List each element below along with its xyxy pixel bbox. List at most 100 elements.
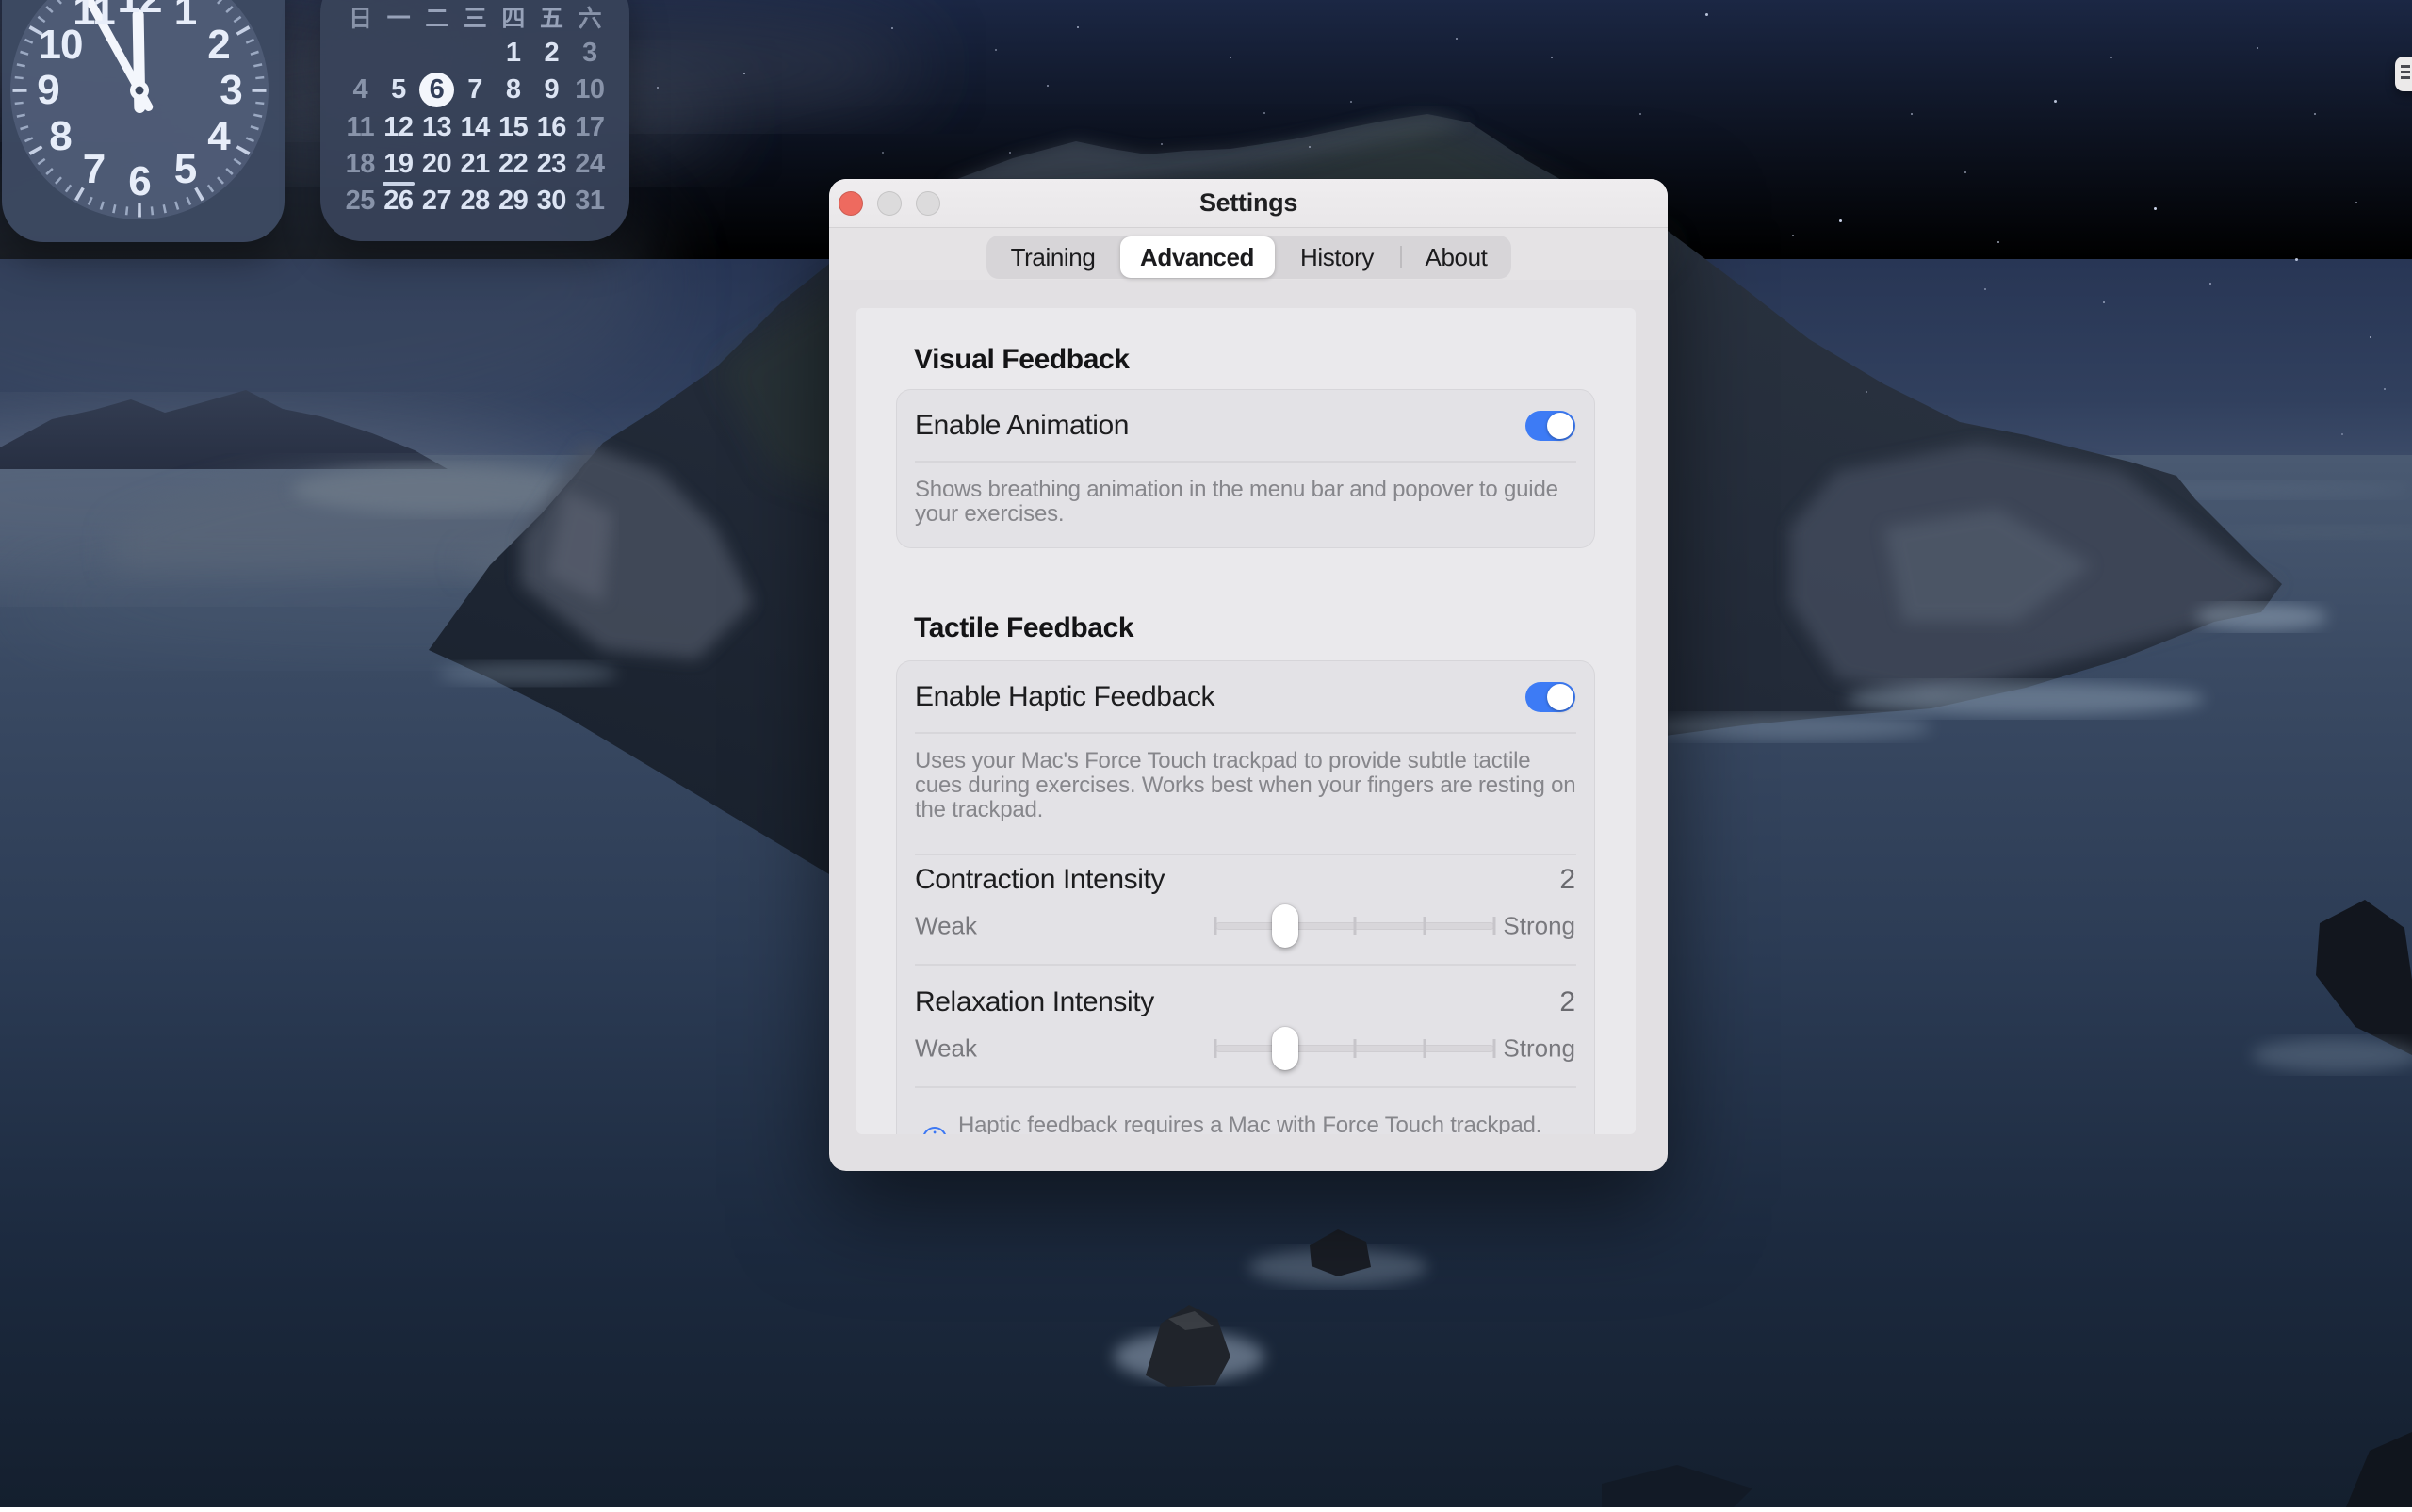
- calendar-day[interactable]: 20: [417, 146, 456, 183]
- calendar-day[interactable]: 5: [380, 72, 418, 108]
- calendar-day[interactable]: 21: [456, 146, 495, 183]
- calendar-day[interactable]: 9: [532, 72, 571, 108]
- slider-thumb[interactable]: [1272, 1027, 1298, 1070]
- calendar-day[interactable]: 10: [571, 72, 610, 108]
- card-divider: [915, 964, 1576, 966]
- calendar-day[interactable]: 12: [380, 109, 418, 146]
- calendar-day[interactable]: 2: [532, 35, 571, 72]
- calendar-day-header: 一: [380, 0, 418, 35]
- calendar-day[interactable]: 22: [494, 146, 532, 183]
- calendar-day[interactable]: 25: [341, 183, 380, 219]
- calendar-day[interactable]: 1: [494, 35, 532, 72]
- enable-animation-label: Enable Animation: [915, 410, 1129, 442]
- enable-haptic-toggle[interactable]: [1525, 682, 1575, 712]
- calendar-day[interactable]: 15: [494, 109, 532, 146]
- settings-window[interactable]: Settings Training Advanced History About…: [829, 179, 1668, 1171]
- enable-haptic-label: Enable Haptic Feedback: [915, 681, 1214, 713]
- minimize-button[interactable]: [877, 191, 902, 216]
- calendar-day[interactable]: 7: [456, 72, 495, 108]
- strong-label: Strong: [1503, 912, 1575, 941]
- info-icon: i: [922, 1127, 947, 1134]
- relaxation-slider[interactable]: [1215, 1045, 1494, 1052]
- calendar-day: [456, 35, 495, 72]
- calendar-day[interactable]: 16: [532, 109, 571, 146]
- clock-number: 3: [220, 67, 241, 114]
- calendar-day-header: 四: [494, 0, 532, 35]
- slider-tick: [1493, 1039, 1496, 1058]
- zoom-button[interactable]: [916, 191, 940, 216]
- calendar-day[interactable]: 24: [571, 146, 610, 183]
- contraction-slider[interactable]: [1215, 922, 1494, 930]
- clock-number: 9: [37, 67, 58, 114]
- weak-label: Weak: [915, 1034, 977, 1064]
- slider-tick: [1354, 1039, 1357, 1058]
- slider-tick: [1424, 917, 1426, 935]
- calendar-day[interactable]: 17: [571, 109, 610, 146]
- enable-haptic-row: Enable Haptic Feedback: [897, 661, 1594, 732]
- enable-animation-toggle[interactable]: [1525, 411, 1575, 441]
- calendar-day-header: 三: [456, 0, 495, 35]
- calendar-day[interactable]: 30: [532, 183, 571, 219]
- window-titlebar[interactable]: Settings: [829, 179, 1668, 228]
- slider-tick: [1493, 917, 1496, 935]
- clock-number: 8: [49, 113, 71, 160]
- relaxation-intensity-row: Relaxation Intensity 2: [897, 978, 1594, 1027]
- clock-number: 11: [73, 0, 115, 35]
- toggle-knob: [1547, 684, 1573, 710]
- weak-label: Weak: [915, 912, 977, 941]
- tab-toolbar: Training Advanced History About: [829, 228, 1668, 280]
- calendar-day-header: 二: [417, 0, 456, 35]
- calendar-day-header: 六: [571, 0, 610, 35]
- calendar-day[interactable]: 23: [532, 146, 571, 183]
- contraction-intensity-row: Contraction Intensity 2: [897, 855, 1594, 904]
- clock-number: 4: [207, 113, 229, 160]
- settings-scroll-panel[interactable]: Visual Feedback Enable Animation Shows b…: [856, 308, 1636, 1134]
- slider-thumb[interactable]: [1272, 904, 1298, 948]
- calendar-day: [417, 35, 456, 72]
- calendar-day[interactable]: 11: [341, 109, 380, 146]
- calendar-day: [380, 35, 418, 72]
- animation-description: Shows breathing animation in the menu ba…: [897, 463, 1594, 547]
- edge-widget-fragment: [2395, 57, 2412, 91]
- calendar-day-header: 五: [532, 0, 571, 35]
- visual-feedback-card: Enable Animation Shows breathing animati…: [896, 389, 1595, 548]
- calendar-day[interactable]: 8: [494, 72, 532, 108]
- calendar-day[interactable]: 14: [456, 109, 495, 146]
- contraction-slider-row: Weak Strong: [897, 904, 1594, 948]
- calendar-day[interactable]: 28: [456, 183, 495, 219]
- relaxation-intensity-value: 2: [1559, 986, 1575, 1018]
- clock-number: 1: [174, 0, 196, 35]
- contraction-intensity-label: Contraction Intensity: [915, 864, 1165, 896]
- calendar-day[interactable]: 26: [380, 183, 418, 219]
- tactile-feedback-card: Enable Haptic Feedback Uses your Mac's F…: [896, 660, 1595, 1134]
- relaxation-intensity-label: Relaxation Intensity: [915, 986, 1154, 1018]
- calendar-day[interactable]: 31: [571, 183, 610, 219]
- calendar-day[interactable]: 19: [380, 146, 418, 183]
- tab-history[interactable]: History: [1275, 236, 1400, 278]
- tab-advanced[interactable]: Advanced: [1120, 236, 1275, 278]
- calendar-day[interactable]: 4: [341, 72, 380, 108]
- contraction-intensity-value: 2: [1559, 864, 1575, 896]
- relaxation-slider-row: Weak Strong: [897, 1027, 1594, 1070]
- calendar-day[interactable]: 13: [417, 109, 456, 146]
- calendar-day[interactable]: 29: [494, 183, 532, 219]
- tab-segmented-control: Training Advanced History About: [986, 236, 1511, 279]
- clock-number: 2: [207, 22, 229, 69]
- calendar-day-header: 日: [341, 0, 380, 35]
- clock-number: 7: [83, 146, 105, 193]
- calendar-day[interactable]: 18: [341, 146, 380, 183]
- strong-label: Strong: [1503, 1034, 1575, 1064]
- slider-tick: [1214, 1039, 1217, 1058]
- calendar-day[interactable]: 27: [417, 183, 456, 219]
- calendar-selected-day[interactable]: 6: [417, 72, 456, 108]
- clock-widget[interactable]: 121234567891011: [2, 0, 285, 242]
- slider-tick: [1424, 1039, 1426, 1058]
- slider-tick: [1214, 917, 1217, 935]
- traffic-lights: [839, 191, 940, 216]
- calendar-day[interactable]: 3: [571, 35, 610, 72]
- tab-about[interactable]: About: [1402, 236, 1511, 278]
- close-button[interactable]: [839, 191, 863, 216]
- calendar-widget[interactable]: 日一二三四五六123456789101112131415161718192021…: [320, 0, 629, 241]
- tab-training[interactable]: Training: [986, 236, 1120, 278]
- haptic-description: Uses your Mac's Force Touch trackpad to …: [897, 734, 1594, 854]
